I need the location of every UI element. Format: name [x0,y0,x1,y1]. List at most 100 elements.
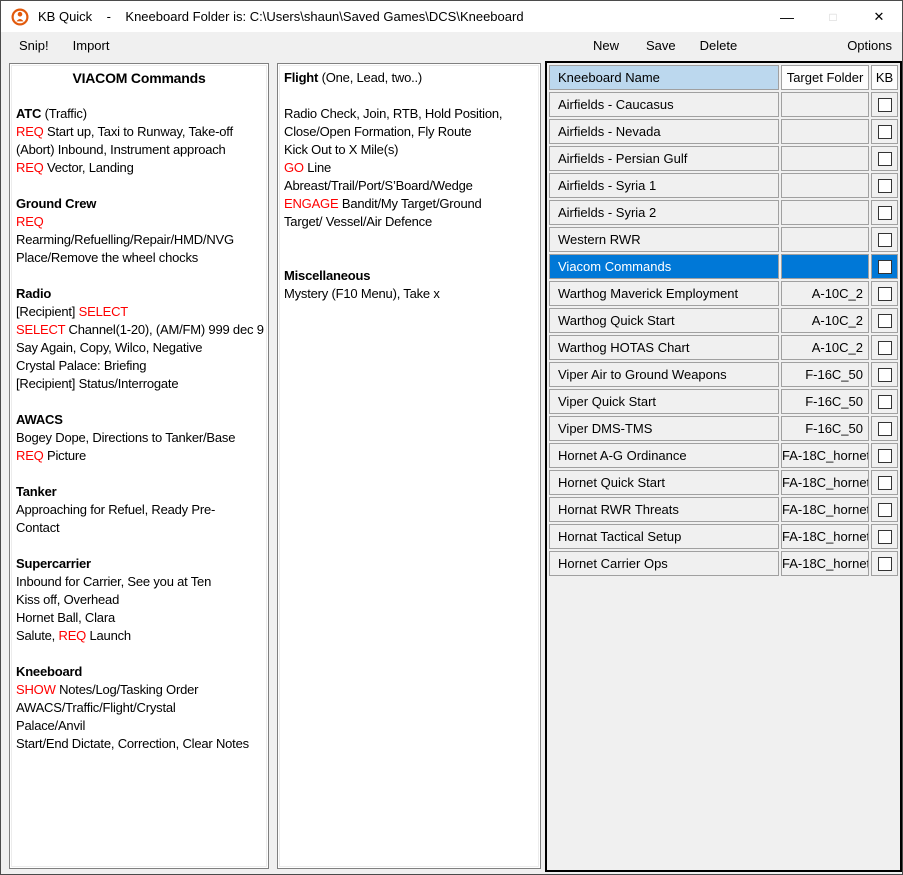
target-folder-cell[interactable]: FA-18C_hornet [781,470,869,495]
kb-checkbox[interactable] [878,449,892,463]
kb-checkbox[interactable] [878,503,892,517]
flight-commands-text[interactable]: Flight (One, Lead, two..) Radio Check, J… [279,65,539,867]
kneeboard-row[interactable]: Airfields - Syria 2 [549,200,898,225]
kb-checkbox[interactable] [878,125,892,139]
kb-checkbox[interactable] [878,179,892,193]
menu-delete[interactable]: Delete [700,38,738,53]
kneeboard-row[interactable]: Hornet Quick StartFA-18C_hornet [549,470,898,495]
header-kneeboard-name[interactable]: Kneeboard Name [549,65,779,90]
kneeboard-name-cell[interactable]: Viper Quick Start [549,389,779,414]
kneeboard-name-cell[interactable]: Hornat RWR Threats [549,497,779,522]
kneeboard-row[interactable]: Airfields - Persian Gulf [549,146,898,171]
kb-cell[interactable] [871,200,898,225]
kb-checkbox[interactable] [878,530,892,544]
kb-cell[interactable] [871,308,898,333]
target-folder-cell[interactable]: FA-18C_hornet [781,497,869,522]
kneeboard-row[interactable]: Hornat Tactical SetupFA-18C_hornet [549,524,898,549]
menu-save[interactable]: Save [646,38,676,53]
target-folder-cell[interactable] [781,227,869,252]
viacom-commands-text[interactable]: VIACOM Commands ATC (Traffic)REQ Start u… [11,65,267,867]
target-folder-cell[interactable]: FA-18C_hornet [781,524,869,549]
kb-cell[interactable] [871,254,898,279]
menu-snip[interactable]: Snip! [19,38,49,53]
kneeboard-name-cell[interactable]: Viper DMS-TMS [549,416,779,441]
kneeboard-name-cell[interactable]: Warthog HOTAS Chart [549,335,779,360]
kneeboard-row[interactable]: Warthog Quick StartA-10C_2 [549,308,898,333]
kb-cell[interactable] [871,227,898,252]
minimize-button[interactable]: — [764,1,810,32]
kneeboard-name-cell[interactable]: Airfields - Syria 2 [549,200,779,225]
kneeboard-name-cell[interactable]: Viacom Commands [549,254,779,279]
target-folder-cell[interactable] [781,200,869,225]
kb-cell[interactable] [871,119,898,144]
target-folder-cell[interactable] [781,254,869,279]
kb-cell[interactable] [871,524,898,549]
target-folder-cell[interactable]: F-16C_50 [781,362,869,387]
target-folder-cell[interactable] [781,119,869,144]
kneeboard-row[interactable]: Viper Air to Ground WeaponsF-16C_50 [549,362,898,387]
target-folder-cell[interactable]: FA-18C_hornet [781,443,869,468]
kb-cell[interactable] [871,497,898,522]
kb-checkbox[interactable] [878,314,892,328]
kb-checkbox[interactable] [878,152,892,166]
kb-checkbox[interactable] [878,557,892,571]
kb-cell[interactable] [871,335,898,360]
kneeboard-row[interactable]: Viper Quick StartF-16C_50 [549,389,898,414]
kneeboard-name-cell[interactable]: Hornat Tactical Setup [549,524,779,549]
kneeboard-row[interactable]: Airfields - Nevada [549,119,898,144]
kb-checkbox[interactable] [878,287,892,301]
kneeboard-row[interactable]: Hornet A-G OrdinanceFA-18C_hornet [549,443,898,468]
target-folder-cell[interactable] [781,146,869,171]
kb-checkbox[interactable] [878,395,892,409]
kneeboard-row[interactable]: Warthog Maverick EmploymentA-10C_2 [549,281,898,306]
target-folder-cell[interactable]: A-10C_2 [781,308,869,333]
kb-checkbox[interactable] [878,422,892,436]
kb-checkbox[interactable] [878,476,892,490]
kb-cell[interactable] [871,470,898,495]
target-folder-cell[interactable]: A-10C_2 [781,281,869,306]
close-button[interactable]: ✕ [856,1,902,32]
header-target-folder[interactable]: Target Folder [781,65,869,90]
menu-options[interactable]: Options [847,38,892,53]
kneeboard-row[interactable]: Viper DMS-TMSF-16C_50 [549,416,898,441]
kb-cell[interactable] [871,173,898,198]
kneeboard-name-cell[interactable]: Hornet Carrier Ops [549,551,779,576]
target-folder-cell[interactable]: F-16C_50 [781,416,869,441]
target-folder-cell[interactable] [781,92,869,117]
kneeboard-name-cell[interactable]: Warthog Quick Start [549,308,779,333]
kneeboard-row[interactable]: Viacom Commands [549,254,898,279]
kb-checkbox[interactable] [878,341,892,355]
kb-checkbox[interactable] [878,233,892,247]
target-folder-cell[interactable]: F-16C_50 [781,389,869,414]
viacom-commands-panel[interactable]: VIACOM Commands ATC (Traffic)REQ Start u… [9,63,269,869]
kb-checkbox[interactable] [878,260,892,274]
target-folder-cell[interactable] [781,173,869,198]
menu-new[interactable]: New [593,38,619,53]
kneeboard-name-cell[interactable]: Hornet Quick Start [549,470,779,495]
kb-cell[interactable] [871,551,898,576]
kb-cell[interactable] [871,281,898,306]
kneeboard-name-cell[interactable]: Airfields - Persian Gulf [549,146,779,171]
kneeboard-row[interactable]: Warthog HOTAS ChartA-10C_2 [549,335,898,360]
kneeboard-name-cell[interactable]: Airfields - Syria 1 [549,173,779,198]
kneeboard-name-cell[interactable]: Airfields - Caucasus [549,92,779,117]
kb-cell[interactable] [871,362,898,387]
target-folder-cell[interactable]: A-10C_2 [781,335,869,360]
kb-cell[interactable] [871,146,898,171]
kb-cell[interactable] [871,443,898,468]
kneeboard-row[interactable]: Airfields - Caucasus [549,92,898,117]
kneeboard-name-cell[interactable]: Warthog Maverick Employment [549,281,779,306]
kneeboard-name-cell[interactable]: Airfields - Nevada [549,119,779,144]
kneeboard-row[interactable]: Western RWR [549,227,898,252]
kneeboard-name-cell[interactable]: Hornet A-G Ordinance [549,443,779,468]
kb-cell[interactable] [871,92,898,117]
flight-commands-panel[interactable]: Flight (One, Lead, two..) Radio Check, J… [277,63,541,869]
kb-cell[interactable] [871,389,898,414]
kneeboard-name-cell[interactable]: Western RWR [549,227,779,252]
kb-cell[interactable] [871,416,898,441]
header-kb[interactable]: KB [871,65,898,90]
kb-checkbox[interactable] [878,206,892,220]
kneeboard-row[interactable]: Hornat RWR ThreatsFA-18C_hornet [549,497,898,522]
kb-checkbox[interactable] [878,368,892,382]
target-folder-cell[interactable]: FA-18C_hornet [781,551,869,576]
